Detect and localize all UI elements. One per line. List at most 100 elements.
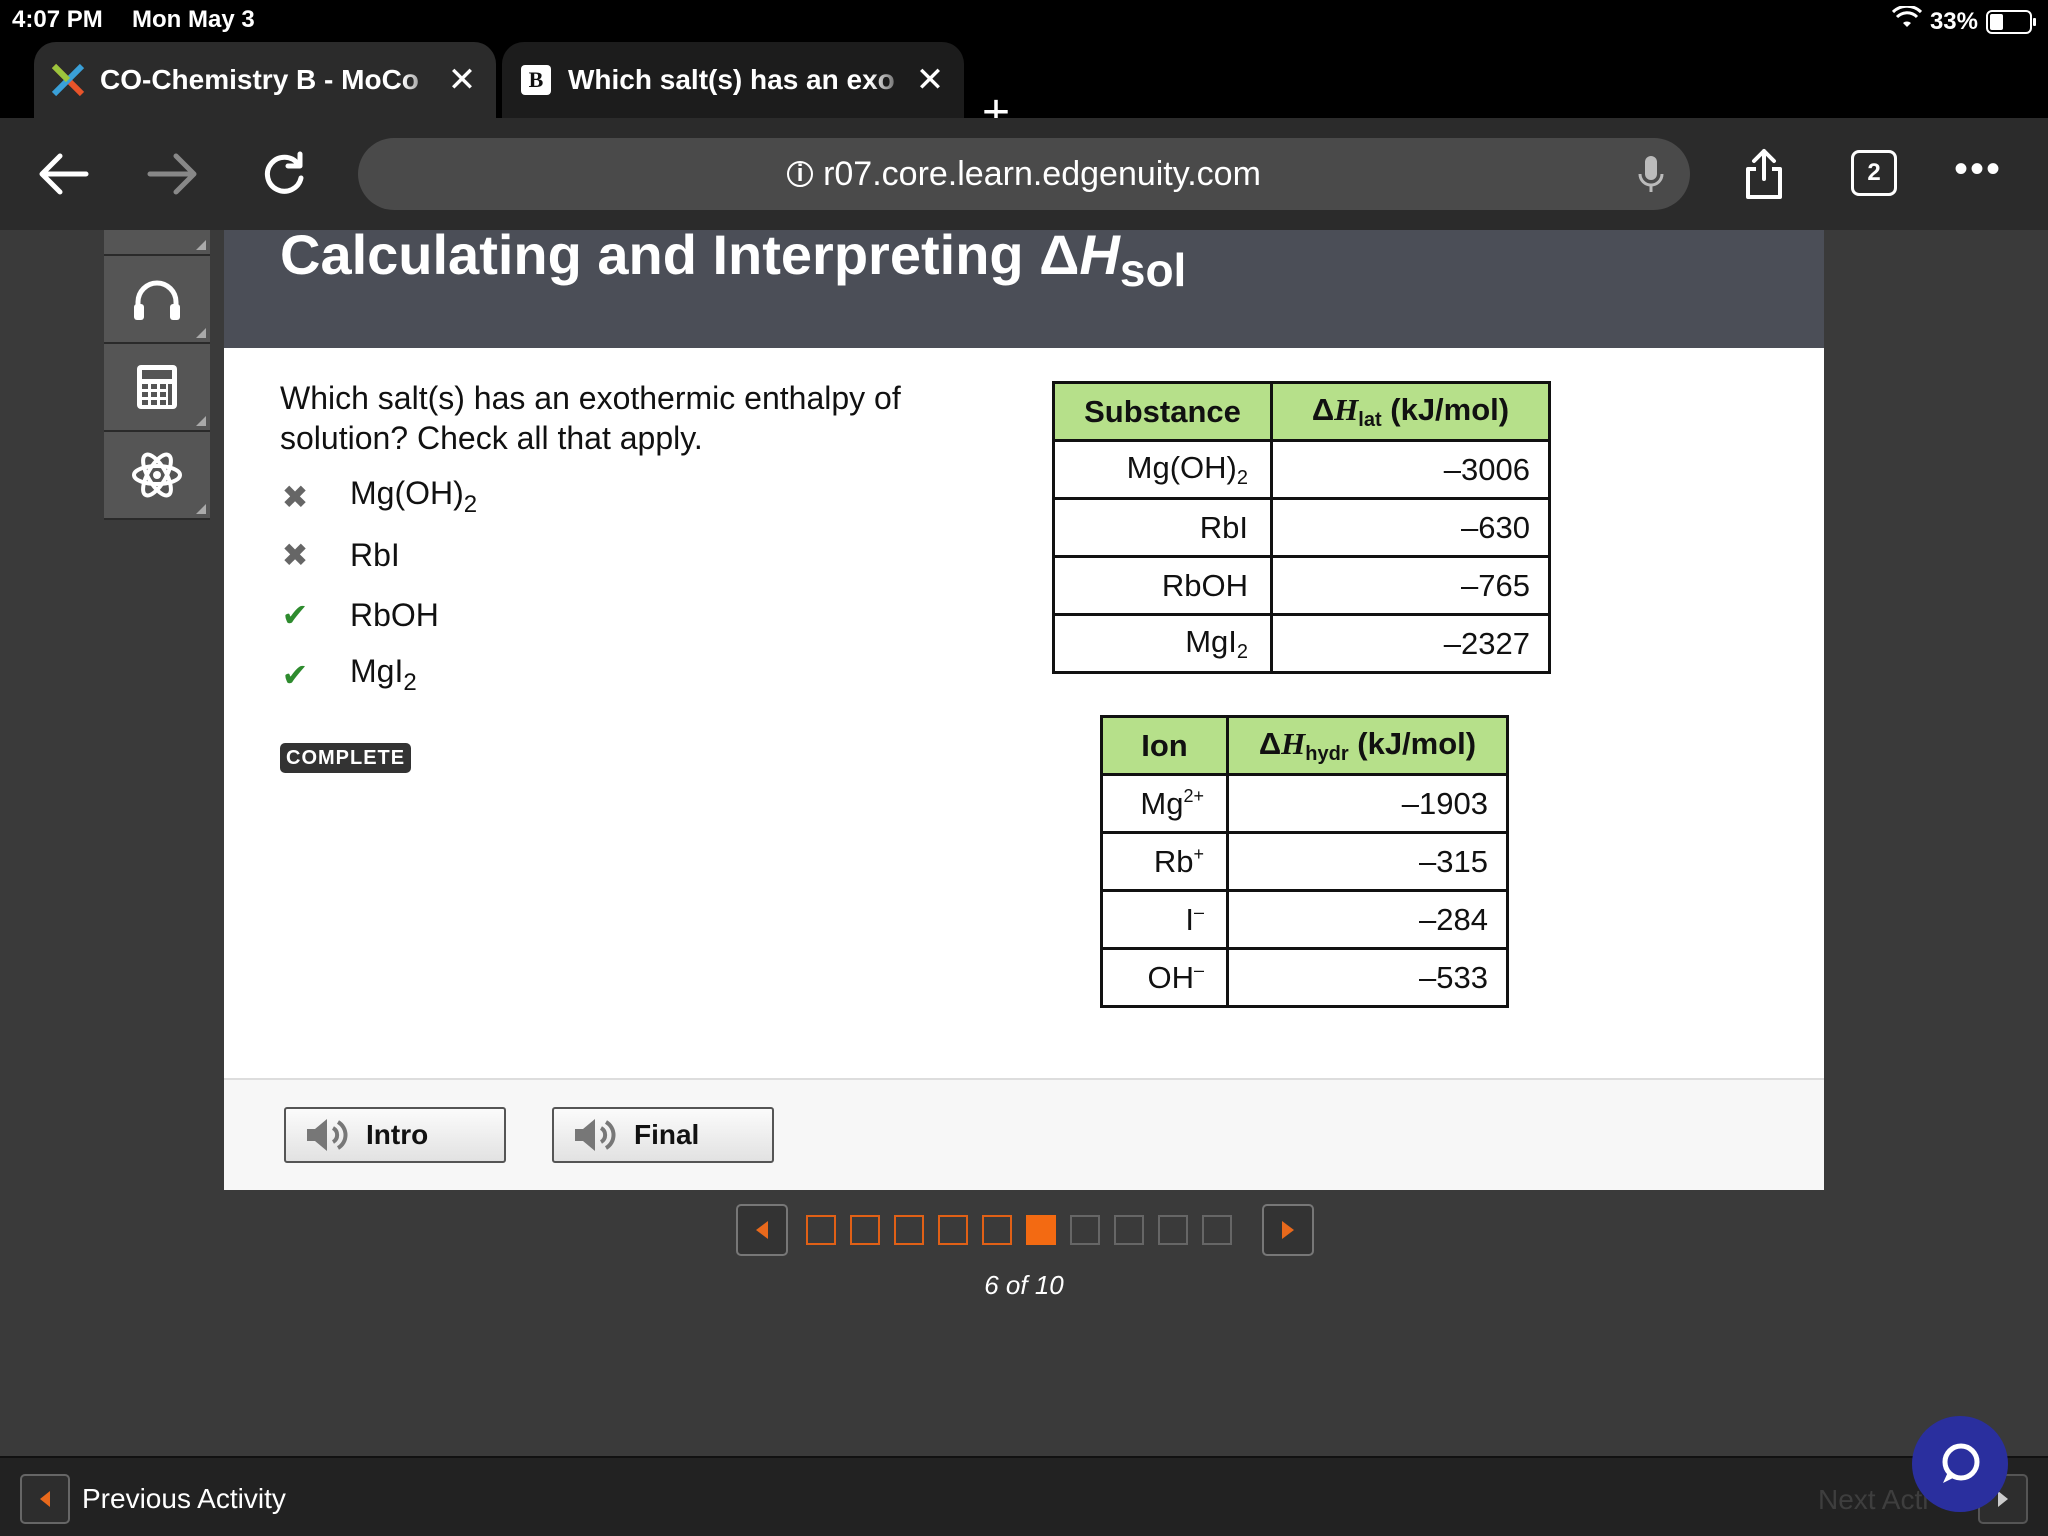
table-header: ΔHlat (kJ/mol): [1270, 381, 1551, 442]
pager-square-7[interactable]: [1070, 1215, 1100, 1245]
forward-arrow-icon: [147, 153, 197, 195]
url-text: r07.core.learn.edgenuity.com: [823, 154, 1261, 193]
table-header: ΔHhydr (kJ/mol): [1226, 715, 1509, 776]
page-indicator: 6 of 10: [984, 1270, 1064, 1300]
back-button[interactable]: [32, 142, 96, 206]
previous-activity-label: Previous Activity: [82, 1483, 286, 1514]
option-mgi2[interactable]: ✔ MgI2: [280, 650, 417, 700]
table-row: MgI2 –2327: [1052, 613, 1551, 674]
pager-square-2[interactable]: [850, 1215, 880, 1245]
table-row: RbI –630: [1052, 497, 1551, 558]
speaker-icon: [566, 1115, 626, 1155]
intro-audio-button[interactable]: Intro: [284, 1107, 506, 1163]
table-row: Mg(OH)2 –3006: [1052, 439, 1551, 500]
incorrect-icon: ✖: [281, 479, 309, 515]
activity-nav-bar: Previous Activity Next Acti: [0, 1456, 2048, 1536]
pager-square-1[interactable]: [806, 1215, 836, 1245]
table-cell: –2327: [1270, 613, 1551, 674]
more-options-button[interactable]: •••: [1954, 149, 2002, 189]
status-right: 33%: [1891, 4, 2036, 37]
pager-squares: [792, 1215, 1232, 1245]
table-cell: –315: [1226, 831, 1509, 892]
battery-icon: [1986, 9, 2036, 34]
option-label: Mg(OH)2: [350, 475, 478, 518]
left-triangle-icon: [20, 1474, 70, 1524]
headphones-icon: [134, 280, 180, 320]
table-cell: –1903: [1226, 773, 1509, 834]
edgenuity-logo-icon: [50, 62, 86, 98]
correct-icon: ✔: [281, 657, 309, 693]
tool-stub[interactable]: [104, 230, 210, 256]
page-title: Calculating and Interpreting ΔHsol: [280, 223, 1187, 296]
pager-square-5[interactable]: [982, 1215, 1012, 1245]
table-row: I– –284: [1100, 889, 1509, 950]
tab-edgenuity[interactable]: CO-Chemistry B - MoCo ✕: [34, 42, 496, 118]
speaker-icon: [298, 1115, 358, 1155]
table-cell: –3006: [1270, 439, 1551, 500]
previous-frame-button[interactable]: [736, 1204, 788, 1256]
table-row: Mg2+ –1903: [1100, 773, 1509, 834]
table-cell: RbI: [1052, 497, 1273, 558]
next-activity-label[interactable]: Next Acti: [1818, 1484, 1928, 1516]
info-icon: i: [787, 160, 814, 187]
table-cell: –533: [1226, 947, 1509, 1008]
close-tab-icon[interactable]: ✕: [442, 60, 482, 100]
pager-square-3[interactable]: [894, 1215, 924, 1245]
atom-icon: [132, 452, 182, 498]
tab-label: Which salt(s) has an exo: [568, 64, 910, 96]
table-cell: Mg(OH)2: [1052, 439, 1273, 500]
microphone-icon[interactable]: [1636, 154, 1666, 205]
back-arrow-icon: [39, 153, 89, 195]
close-tab-icon[interactable]: ✕: [910, 60, 950, 100]
pager-square-10[interactable]: [1202, 1215, 1232, 1245]
pager-square-6[interactable]: [1026, 1215, 1056, 1245]
option-label: RbI: [350, 536, 400, 573]
chat-help-button[interactable]: [1912, 1416, 2008, 1512]
share-button[interactable]: [1732, 142, 1796, 206]
incorrect-icon: ✖: [281, 537, 309, 573]
chat-bubble-icon: [1942, 1443, 1980, 1483]
table-row: OH– –533: [1100, 947, 1509, 1008]
pager-square-8[interactable]: [1114, 1215, 1144, 1245]
table-cell: Rb+: [1100, 831, 1229, 892]
pager-square-9[interactable]: [1158, 1215, 1188, 1245]
table-cell: I–: [1100, 889, 1229, 950]
table-row: RbOH –765: [1052, 555, 1551, 616]
hydration-energy-table: Ion ΔHhydr (kJ/mol) Mg2+ –1903 Rb+ –315 I–…: [1100, 715, 1509, 1008]
table-cell: –765: [1270, 555, 1551, 616]
tab-brainly[interactable]: B Which salt(s) has an exo ✕: [502, 42, 964, 118]
status-date: Mon May 3: [132, 6, 255, 33]
periodic-tool-button[interactable]: [104, 432, 210, 520]
tool-rail: [104, 230, 210, 526]
option-rbi[interactable]: ✖ RbI: [280, 530, 400, 580]
battery-percent: 33%: [1929, 7, 1978, 35]
audio-tool-button[interactable]: [104, 256, 210, 344]
option-rboh[interactable]: ✔ RbOH: [280, 590, 439, 640]
table-header: Substance: [1052, 381, 1273, 442]
table-cell: OH–: [1100, 947, 1229, 1008]
reload-button[interactable]: [252, 142, 316, 206]
table-row: Rb+ –315: [1100, 831, 1509, 892]
table-cell: Mg2+: [1100, 773, 1229, 834]
status-time: 4:07 PM: [12, 6, 103, 33]
option-mg-oh-2[interactable]: ✖ Mg(OH)2: [280, 472, 478, 522]
tab-label: CO-Chemistry B - MoCo: [100, 64, 442, 96]
forward-button[interactable]: [140, 142, 204, 206]
question-card: Which salt(s) has an exothermic enthalpy…: [224, 348, 1824, 1078]
tab-count-button[interactable]: 2: [1851, 150, 1897, 196]
previous-activity-button[interactable]: Previous Activity: [20, 1474, 286, 1524]
option-label: MgI2: [350, 653, 417, 696]
calculator-tool-button[interactable]: [104, 344, 210, 432]
pager-square-4[interactable]: [938, 1215, 968, 1245]
table-cell: MgI2: [1052, 613, 1273, 674]
correct-icon: ✔: [281, 597, 309, 633]
table-cell: RbOH: [1052, 555, 1273, 616]
audio-button-band: Intro Final: [224, 1078, 1824, 1190]
next-frame-button[interactable]: [1262, 1204, 1314, 1256]
frame-pager: [736, 1204, 1314, 1256]
lattice-energy-table: Substance ΔHlat (kJ/mol) Mg(OH)2 –3006 Rb…: [1052, 381, 1551, 674]
reload-icon: [264, 151, 304, 194]
brainly-logo-icon: B: [518, 62, 554, 98]
final-audio-button[interactable]: Final: [552, 1107, 774, 1163]
address-bar[interactable]: i r07.core.learn.edgenuity.com: [358, 138, 1690, 210]
